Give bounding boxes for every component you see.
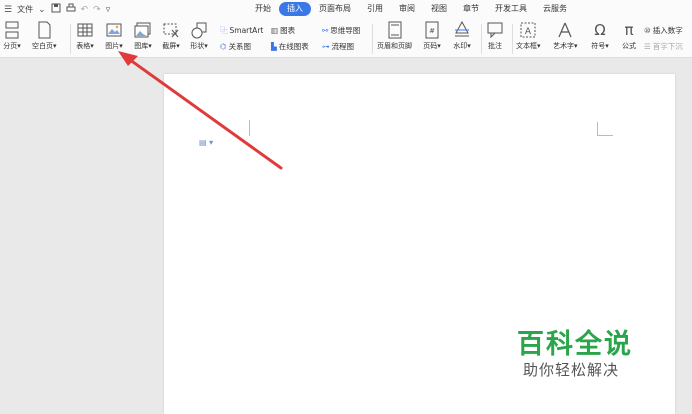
- annotation-arrow: [118, 51, 283, 170]
